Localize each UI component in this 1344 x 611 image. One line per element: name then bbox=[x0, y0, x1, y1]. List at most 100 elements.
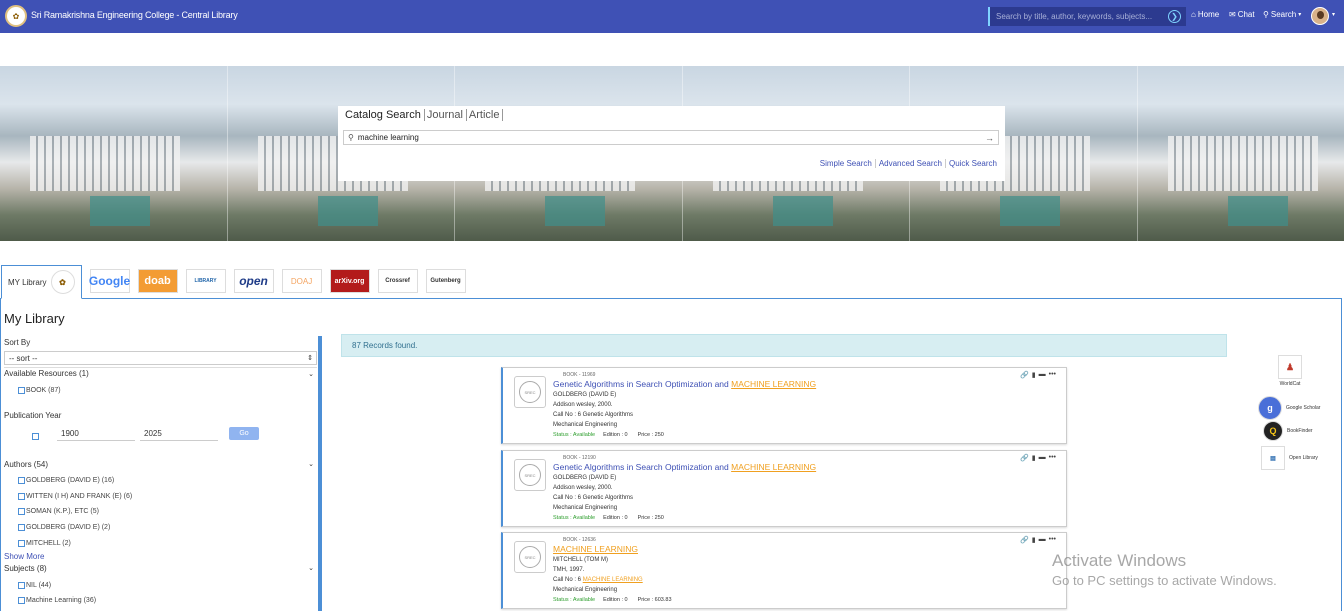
record-title[interactable]: MACHINE LEARNING bbox=[553, 544, 638, 554]
resource-tabs: MY Library ✿ Google doab LIBRARY open DO… bbox=[1, 265, 474, 299]
available-resources-header[interactable]: Available Resources (1) ⌄ bbox=[4, 367, 317, 379]
avatar-chevron-down-icon[interactable]: ▾ bbox=[1332, 11, 1335, 18]
bookmark-icon[interactable]: ▮ bbox=[1032, 371, 1036, 379]
tab-my-library[interactable]: MY Library ✿ bbox=[1, 265, 82, 299]
checkbox[interactable] bbox=[18, 387, 25, 394]
global-search-input[interactable] bbox=[990, 12, 1160, 21]
subject-item[interactable]: Machine Learning (36) bbox=[18, 597, 96, 604]
record-call-no: Call No : 6 Genetic Algorithms bbox=[553, 495, 634, 501]
worldcat-link[interactable]: ♟ WorldCat bbox=[1278, 355, 1302, 387]
filter-book[interactable]: BOOK (87) bbox=[18, 387, 61, 394]
tab-doaj[interactable]: DOAJ bbox=[281, 265, 322, 297]
checkbox[interactable] bbox=[18, 597, 25, 604]
nav-home[interactable]: ⌂ Home bbox=[1191, 10, 1219, 19]
trash-icon[interactable]: ▬ bbox=[1039, 454, 1046, 462]
sort-by-label: Sort By bbox=[4, 338, 31, 347]
user-avatar[interactable] bbox=[1311, 7, 1329, 25]
records-found-alert: 87 Records found. bbox=[341, 334, 1227, 357]
bookfinder-link[interactable]: Q BookFinder bbox=[1263, 421, 1313, 441]
chat-icon: ✉ bbox=[1229, 10, 1236, 19]
record-status: Status : Available Edition : 0 Price : 250 bbox=[553, 515, 664, 521]
global-search-go-icon[interactable]: ❯ bbox=[1168, 10, 1181, 23]
link-icon[interactable]: 🔗 bbox=[1020, 536, 1029, 544]
record-title[interactable]: Genetic Algorithms in Search Optimizatio… bbox=[553, 462, 816, 472]
tab-library[interactable]: LIBRARY bbox=[185, 265, 226, 297]
simple-search-link[interactable]: Simple Search bbox=[817, 159, 876, 168]
banner-image bbox=[0, 66, 228, 241]
more-icon[interactable]: ••• bbox=[1049, 371, 1056, 379]
catalog-search-field: ⚲ → bbox=[343, 130, 999, 145]
tab-article[interactable]: Article bbox=[469, 109, 504, 121]
checkbox[interactable] bbox=[18, 493, 25, 500]
tab-crossref[interactable]: Crossref bbox=[377, 265, 418, 297]
record-publisher: Addison wesley, 2000. bbox=[553, 485, 613, 491]
tab-open[interactable]: open bbox=[233, 265, 274, 297]
result-card[interactable]: SREC BOOK - 11969 Genetic Algorithms in … bbox=[501, 367, 1067, 444]
tab-catalog-search[interactable]: Catalog Search bbox=[345, 109, 425, 121]
open-library-link[interactable]: ▤ Open Library bbox=[1261, 446, 1318, 470]
tab-journal[interactable]: Journal bbox=[427, 109, 467, 121]
search-icon: ⚲ bbox=[348, 133, 354, 142]
checkbox[interactable] bbox=[18, 582, 25, 589]
bookmark-icon[interactable]: ▮ bbox=[1032, 536, 1036, 544]
sort-select[interactable]: -- sort -- ⇕ bbox=[4, 351, 317, 365]
subject-item[interactable]: NIL (44) bbox=[18, 582, 51, 589]
show-more-link[interactable]: Show More bbox=[4, 552, 44, 561]
chevron-down-icon: ⌄ bbox=[308, 461, 314, 468]
sidebar-scrollbar[interactable] bbox=[318, 336, 322, 611]
checkbox[interactable] bbox=[18, 477, 25, 484]
author-item[interactable]: SOMAN (K.P.), ETC (5) bbox=[18, 508, 99, 515]
arrow-right-icon[interactable]: → bbox=[985, 133, 994, 143]
record-actions: 🔗 ▮ ▬ ••• bbox=[1020, 536, 1056, 544]
checkbox[interactable] bbox=[18, 540, 25, 547]
record-status: Status : Available Edition : 0 Price : 603… bbox=[553, 597, 672, 603]
trash-icon[interactable]: ▬ bbox=[1039, 536, 1046, 544]
year-to-input[interactable]: 2025 bbox=[140, 427, 218, 441]
bookfinder-icon: Q bbox=[1263, 421, 1283, 441]
record-author: GOLDBERG (DAVID E) bbox=[553, 475, 617, 481]
tab-doab[interactable]: doab bbox=[137, 265, 178, 297]
chevron-down-icon: ⌄ bbox=[308, 370, 314, 378]
year-checkbox[interactable] bbox=[32, 433, 39, 440]
result-card[interactable]: SREC BOOK - 12190 Genetic Algorithms in … bbox=[501, 450, 1067, 527]
tab-gutenberg[interactable]: Gutenberg bbox=[425, 265, 466, 297]
author-item[interactable]: GOLDBERG (DAVID E) (2) bbox=[18, 524, 110, 531]
quick-search-link[interactable]: Quick Search bbox=[946, 159, 1000, 168]
tab-arxiv[interactable]: arXiv.org bbox=[329, 265, 370, 297]
brand-title[interactable]: Sri Ramakrishna Engineering College - Ce… bbox=[31, 10, 238, 20]
book-thumbnail: SREC bbox=[514, 376, 546, 408]
record-call-no: Call No : 6 Genetic Algorithms bbox=[553, 412, 634, 418]
college-logo[interactable]: ✿ bbox=[5, 5, 27, 27]
advanced-search-link[interactable]: Advanced Search bbox=[876, 159, 946, 168]
bookmark-icon[interactable]: ▮ bbox=[1032, 454, 1036, 462]
record-author: GOLDBERG (DAVID E) bbox=[553, 392, 617, 398]
publication-year-label: Publication Year bbox=[4, 411, 62, 420]
open-library-icon: ▤ bbox=[1261, 446, 1285, 470]
checkbox[interactable] bbox=[18, 524, 25, 531]
record-department: Mechanical Engineering bbox=[553, 587, 618, 593]
trash-icon[interactable]: ▬ bbox=[1039, 371, 1046, 379]
nav-chat[interactable]: ✉ Chat bbox=[1229, 10, 1255, 19]
year-from-input[interactable]: 1900 bbox=[57, 427, 135, 441]
book-thumbnail: SREC bbox=[514, 459, 546, 491]
google-scholar-link[interactable]: g Google Scholar bbox=[1258, 396, 1320, 420]
author-item[interactable]: WITTEN (I H) AND FRANK (E) (6) bbox=[18, 493, 132, 500]
more-icon[interactable]: ••• bbox=[1049, 454, 1056, 462]
subjects-header[interactable]: Subjects (8) ⌄ bbox=[4, 562, 317, 574]
authors-header[interactable]: Authors (54) ⌄ bbox=[4, 458, 317, 470]
result-card[interactable]: SREC BOOK - 12636 MACHINE LEARNING MITCH… bbox=[501, 532, 1067, 609]
catalog-search-input[interactable] bbox=[357, 133, 958, 142]
more-icon[interactable]: ••• bbox=[1049, 536, 1056, 544]
nav-search-menu[interactable]: ⚲ Search ▾ bbox=[1263, 10, 1301, 19]
page-title: My Library bbox=[4, 311, 65, 326]
tab-google[interactable]: Google bbox=[89, 265, 130, 297]
author-item[interactable]: MITCHELL (2) bbox=[18, 540, 71, 547]
link-icon[interactable]: 🔗 bbox=[1020, 371, 1029, 379]
record-title[interactable]: Genetic Algorithms in Search Optimizatio… bbox=[553, 379, 816, 389]
link-icon[interactable]: 🔗 bbox=[1020, 454, 1029, 462]
checkbox[interactable] bbox=[18, 508, 25, 515]
year-go-button[interactable]: Go bbox=[229, 427, 259, 440]
catalog-search-box: Catalog Search Journal Article ⚲ → Simpl… bbox=[338, 106, 1005, 181]
author-item[interactable]: GOLDBERG (DAVID E) (16) bbox=[18, 477, 114, 484]
record-tag: BOOK - 12636 bbox=[563, 537, 596, 543]
